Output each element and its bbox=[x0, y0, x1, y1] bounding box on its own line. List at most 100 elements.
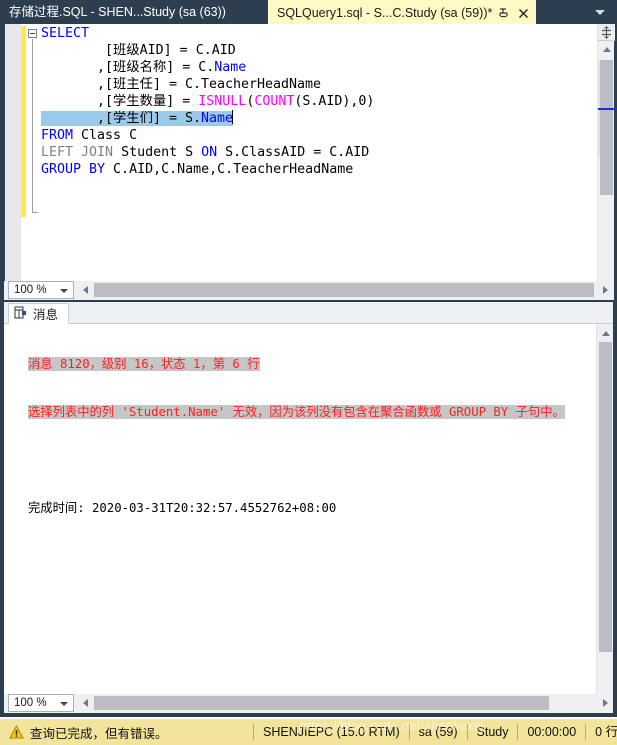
editor-horizontal-scrollbar[interactable] bbox=[78, 281, 613, 299]
code-line: FROM Class C bbox=[41, 127, 374, 144]
editor-scroll-right-arrow-icon[interactable] bbox=[598, 281, 613, 299]
messages-vertical-scrollbar[interactable] bbox=[596, 324, 613, 712]
code-token: Student S bbox=[113, 145, 202, 160]
message-line: 完成时间: 2020-03-31T20:32:57.4552762+08:00 bbox=[4, 500, 596, 516]
code-line: ,[班主任] = C.TeacherHeadName bbox=[41, 76, 374, 93]
editor-split-handle-icon[interactable] bbox=[598, 24, 615, 41]
results-zoom-value: 100 % bbox=[14, 697, 47, 709]
pin-icon[interactable] bbox=[497, 7, 510, 20]
code-token: LEFT JOIN bbox=[41, 145, 114, 160]
code-token: C bbox=[195, 43, 204, 58]
code-token: ,[班级名称] = C. bbox=[41, 60, 215, 75]
editor-zoom-value: 100 % bbox=[14, 284, 47, 296]
code-line: ,[学生们] = S.Name bbox=[41, 110, 374, 127]
status-bar-left: 查询已完成，但有错误。 bbox=[0, 723, 168, 742]
message-line bbox=[4, 452, 596, 468]
status-server: SHENJIEPC (15.0 RTM) bbox=[253, 724, 409, 740]
tab-sqlquery1[interactable]: SQLQuery1.sql - S...C.Study (sa (59))* bbox=[268, 0, 536, 24]
results-horizontal-scroll-thumb[interactable] bbox=[94, 696, 549, 710]
sql-editor-pane: SELECT [班级AID] = C.AID ,[班级名称] = C.Name … bbox=[4, 24, 615, 300]
code-token: SELECT bbox=[41, 26, 90, 41]
editor-zoom-selector[interactable]: 100 % bbox=[8, 281, 74, 299]
editor-horizontal-scroll-thumb[interactable] bbox=[94, 283, 594, 297]
status-database: Study bbox=[466, 724, 518, 740]
messages-scroll-up-arrow-icon[interactable] bbox=[597, 326, 614, 341]
messages-vertical-scroll-thumb[interactable] bbox=[599, 342, 612, 652]
code-token: COUNT bbox=[254, 94, 295, 109]
code-token: ISNULL bbox=[198, 94, 247, 109]
code-token: Class C bbox=[73, 128, 138, 143]
editor-vertical-scroll-thumb[interactable] bbox=[600, 60, 613, 195]
results-scroll-left-arrow-icon[interactable] bbox=[78, 694, 93, 712]
messages-grid-icon bbox=[13, 305, 28, 323]
status-user: sa (59) bbox=[408, 724, 467, 740]
editor-scrollbar-caret-marker bbox=[598, 108, 615, 110]
code-token: C.AID,C.Name,C.TeacherHeadName bbox=[105, 162, 354, 177]
tab-overflow-chevron-down-icon[interactable] bbox=[589, 0, 611, 24]
collapse-region-toggle-icon[interactable] bbox=[28, 29, 37, 38]
code-token: ,[班主任] = C.TeacherHeadName bbox=[41, 77, 322, 92]
code-token: ON bbox=[201, 145, 218, 160]
code-token: (S.AID),0) bbox=[294, 94, 375, 109]
code-token: S.ClassAID = C.AID bbox=[217, 145, 370, 160]
warning-icon bbox=[9, 725, 24, 739]
outlining-guide-foot bbox=[32, 212, 38, 213]
text-caret bbox=[232, 110, 234, 124]
code-token: Name bbox=[214, 60, 247, 75]
code-token: ,[学生数量] = bbox=[41, 94, 199, 109]
editor-vertical-scrollbar[interactable] bbox=[597, 24, 615, 300]
status-text: 查询已完成，但有错误。 bbox=[30, 726, 168, 741]
tab-stored-procedure[interactable]: 存储过程.SQL - SHEN...Study (sa (63)) bbox=[0, 0, 226, 24]
message-error-header: 消息 8120，级别 16，状态 1，第 6 行 bbox=[28, 357, 260, 371]
tab-messages[interactable]: 消息 bbox=[8, 303, 70, 324]
outlining-guide-line bbox=[32, 39, 33, 213]
code-line-selection: ,[学生们] = S.Name bbox=[41, 111, 234, 126]
status-bar: 查询已完成，但有错误。 SHENJIEPC (15.0 RTM) sa (59)… bbox=[0, 717, 617, 745]
code-line: ,[班级名称] = C.Name bbox=[41, 59, 374, 76]
results-bottom-bar: 100 % bbox=[4, 694, 613, 713]
triangle-right-glyph bbox=[603, 699, 608, 707]
sql-editor-surface[interactable]: SELECT [班级AID] = C.AID ,[班级名称] = C.Name … bbox=[5, 24, 597, 300]
message-line: 消息 8120，级别 16，状态 1，第 6 行 bbox=[4, 356, 596, 372]
sql-code-text[interactable]: SELECT [班级AID] = C.AID ,[班级名称] = C.Name … bbox=[41, 25, 374, 178]
results-horizontal-scrollbar[interactable] bbox=[78, 694, 613, 712]
editor-bottom-bar: 100 % bbox=[4, 281, 613, 300]
code-line: SELECT bbox=[41, 25, 374, 42]
editor-scroll-left-arrow-icon[interactable] bbox=[78, 281, 93, 299]
results-pane: 消息 消息 8120，级别 16，状态 1，第 6 行 选择列表中的列 'Stu… bbox=[4, 302, 613, 712]
triangle-up-glyph bbox=[602, 47, 611, 52]
status-bar-right: SHENJIEPC (15.0 RTM) sa (59) Study 00:00… bbox=[253, 719, 617, 745]
code-line: GROUP BY C.AID,C.Name,C.TeacherHeadName bbox=[41, 161, 374, 178]
code-token: ,[学生们] = S. bbox=[41, 111, 201, 126]
code-token: FROM bbox=[41, 128, 74, 143]
status-elapsed-time: 00:00:00 bbox=[517, 724, 585, 740]
tab-messages-label: 消息 bbox=[33, 308, 59, 322]
code-line: LEFT JOIN Student S ON S.ClassAID = C.AI… bbox=[41, 144, 374, 161]
triangle-right-glyph bbox=[603, 286, 608, 294]
editor-scroll-up-arrow-icon[interactable] bbox=[598, 42, 615, 57]
document-tab-strip: 存储过程.SQL - SHEN...Study (sa (63)) SQLQue… bbox=[0, 0, 617, 24]
message-error-body: 选择列表中的列 'Student.Name' 无效，因为该列没有包含在聚合函数或… bbox=[28, 405, 565, 419]
results-zoom-chevron-down-icon[interactable] bbox=[60, 702, 68, 706]
results-zoom-selector[interactable]: 100 % bbox=[8, 694, 74, 712]
triangle-left-glyph bbox=[83, 286, 88, 294]
tab-sqlquery1-label: SQLQuery1.sql - S...C.Study (sa (59))* bbox=[277, 6, 493, 20]
triangle-left-glyph bbox=[83, 699, 88, 707]
code-token: .AID bbox=[203, 43, 236, 58]
code-line: ,[学生数量] = ISNULL(COUNT(S.AID),0) bbox=[41, 93, 374, 110]
chevron-down-glyph bbox=[595, 9, 605, 15]
code-token: GROUP BY bbox=[41, 162, 106, 177]
status-row-count: 0 行 bbox=[585, 724, 617, 740]
tab-buttons bbox=[497, 1, 530, 25]
results-tab-bar: 消息 bbox=[4, 302, 613, 324]
code-line: [班级AID] = C.AID bbox=[41, 42, 374, 59]
message-completion-time: 完成时间: 2020-03-31T20:32:57.4552762+08:00 bbox=[28, 501, 337, 515]
tab-stored-procedure-label: 存储过程.SQL - SHEN...Study (sa (63)) bbox=[9, 5, 226, 19]
editor-selection-margin[interactable] bbox=[5, 24, 21, 300]
results-scroll-right-arrow-icon[interactable] bbox=[598, 694, 613, 712]
code-token: Name bbox=[200, 111, 234, 126]
editor-zoom-chevron-down-icon[interactable] bbox=[60, 289, 68, 293]
close-icon[interactable] bbox=[517, 7, 530, 20]
messages-text-area[interactable]: 消息 8120，级别 16，状态 1，第 6 行 选择列表中的列 'Studen… bbox=[4, 324, 596, 712]
message-line: 选择列表中的列 'Student.Name' 无效，因为该列没有包含在聚合函数或… bbox=[4, 404, 596, 420]
